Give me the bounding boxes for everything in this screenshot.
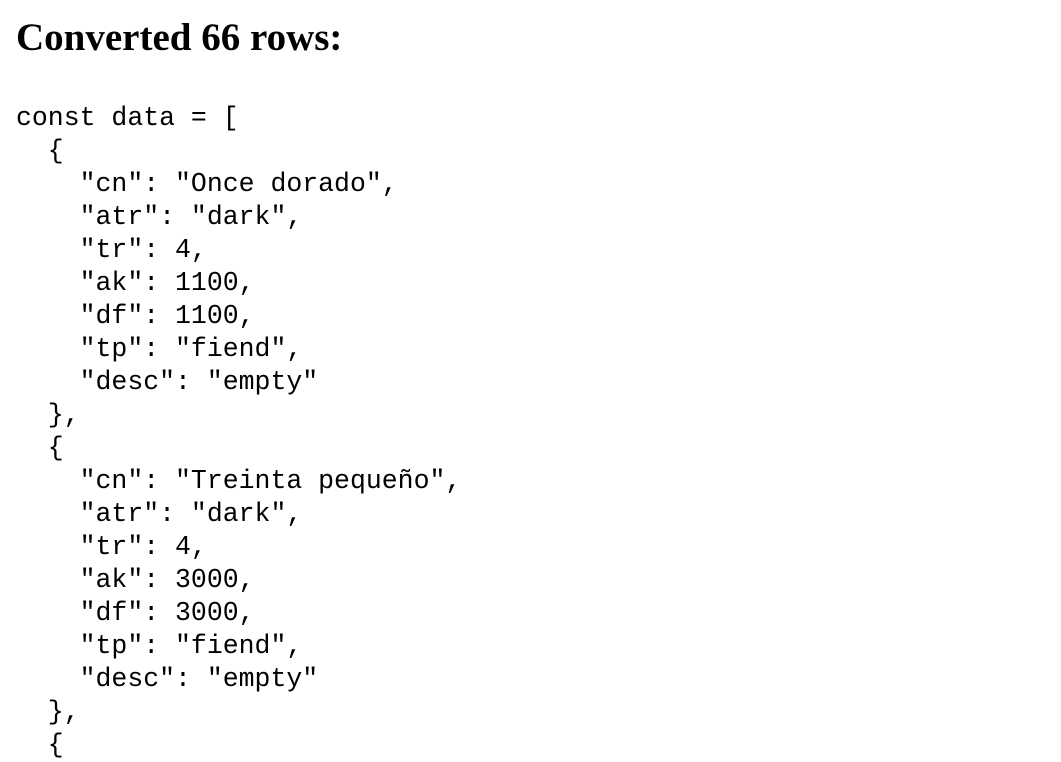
code-line: }, bbox=[16, 697, 80, 727]
code-line: }, bbox=[16, 400, 80, 430]
code-line: "tr": 4, bbox=[16, 532, 207, 562]
page-title: Converted 66 rows: bbox=[16, 16, 343, 59]
code-line: "atr": "dark", bbox=[16, 499, 303, 529]
code-line: const data = [ bbox=[16, 103, 239, 133]
code-line: "cn": "Treinta pequeño", bbox=[16, 466, 462, 496]
code-line: "desc": "empty" bbox=[16, 367, 319, 397]
code-line: "tp": "fiend", bbox=[16, 334, 303, 364]
code-line: "df": 1100, bbox=[16, 301, 255, 331]
code-line: "ak": 1100, bbox=[16, 268, 255, 298]
code-line: "ak": 3000, bbox=[16, 565, 255, 595]
code-line: { bbox=[16, 730, 64, 760]
code-line: { bbox=[16, 433, 64, 463]
code-line: "tr": 4, bbox=[16, 235, 207, 265]
code-line: "cn": "Once dorado", bbox=[16, 169, 398, 199]
code-line: "df": 3000, bbox=[16, 598, 255, 628]
code-line: "desc": "empty" bbox=[16, 664, 319, 694]
code-line: "atr": "dark", bbox=[16, 202, 303, 232]
code-line: "tp": "fiend", bbox=[16, 631, 303, 661]
code-output: const data = [ { "cn": "Once dorado", "a… bbox=[16, 102, 461, 762]
code-line: { bbox=[16, 136, 64, 166]
